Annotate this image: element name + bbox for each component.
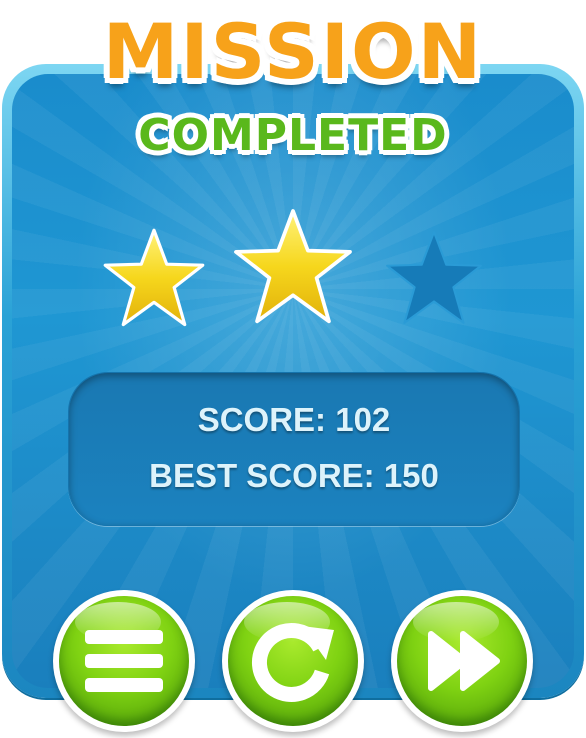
star-1-filled-icon <box>103 228 205 327</box>
menu-icon <box>85 630 163 692</box>
best-score-text: BEST SCORE: 150 <box>149 457 439 494</box>
restart-icon <box>252 623 334 702</box>
star-3-empty-icon <box>386 231 482 324</box>
fast-forward-icon <box>428 631 500 691</box>
next-button[interactable] <box>391 590 533 732</box>
title-banner: MISSION COMPLETED <box>0 0 586 170</box>
title-completed: COMPLETED <box>138 110 448 161</box>
title-mission: MISSION <box>102 7 484 96</box>
score-text: SCORE: 102 <box>197 401 391 438</box>
star-2-filled-icon <box>234 209 352 324</box>
score-panel: SCORE: 102 BEST SCORE: 150 <box>68 372 520 526</box>
restart-button[interactable] <box>222 590 364 732</box>
menu-button[interactable] <box>53 590 195 732</box>
